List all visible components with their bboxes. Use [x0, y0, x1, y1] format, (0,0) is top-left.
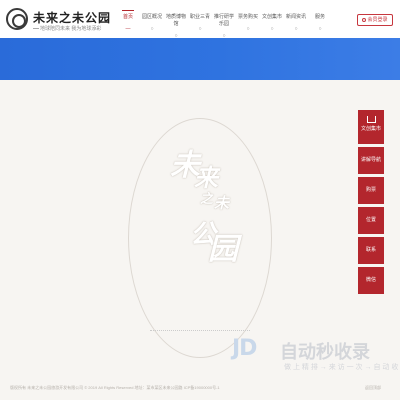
- nav-item-marker: ○: [294, 26, 298, 32]
- site-footer: 版权所有 未来之未公园旅游开发有限公司 © 2019 All Rights Re…: [0, 377, 400, 400]
- hero-banner: [0, 38, 400, 80]
- nav-item-label: 首页: [122, 14, 133, 20]
- nav-item-study-park[interactable]: 推行研学乐园 ○: [212, 13, 236, 39]
- nav-item-label: 服务: [314, 14, 325, 20]
- user-icon: [362, 17, 367, 22]
- rail-item-label: 购票: [365, 187, 376, 193]
- footer-copyright: 版权所有 未来之未公园旅游开发有限公司 © 2019 All Rights Re…: [10, 385, 220, 390]
- nav-item-cultural-market[interactable]: 文创集市 ○: [260, 13, 284, 35]
- member-login-button[interactable]: 会员登录: [357, 14, 393, 26]
- calligraphy-char: 之: [200, 192, 214, 207]
- rail-item-label: 微信: [365, 277, 376, 283]
- site-header: 未来之未公园 地球陪同未来 我为地球添彩 首页 — 园区概况 ○ 地质博物馆 ○…: [0, 0, 400, 39]
- rail-item-label: 文创集市: [360, 126, 381, 132]
- nav-item-home[interactable]: 首页 —: [116, 10, 140, 35]
- rail-item-wechat[interactable]: 微信: [358, 267, 384, 294]
- calligraphy-title: 未 来 之 未 公 园: [170, 140, 250, 270]
- rail-item-location[interactable]: 位置: [358, 207, 384, 234]
- rail-item-label: 讲解导航: [360, 157, 381, 163]
- logo-emblem-icon: [6, 8, 28, 30]
- nav-item-label: 文创集市: [261, 14, 282, 20]
- logo-slogan: 地球陪同未来 我为地球添彩: [40, 26, 102, 32]
- logo-title: 未来之未公园: [33, 11, 112, 25]
- nav-item-service[interactable]: 服务 ○: [308, 13, 332, 35]
- nav-item-label: 园区概况: [141, 14, 162, 20]
- nav-item-tickets[interactable]: 票务购买 ○: [236, 13, 260, 35]
- main-nav: 首页 — 园区概况 ○ 地质博物馆 ○ 职业三青 ○ 推行研学乐园 ○ 票务购买…: [116, 10, 332, 39]
- back-to-top-link[interactable]: 返回顶部: [365, 385, 381, 391]
- logo-divider: [33, 28, 39, 29]
- rail-item-tickets[interactable]: 购票: [358, 177, 384, 204]
- watermark-text: 自动秒收录: [280, 342, 370, 363]
- rail-item-guide-nav[interactable]: 讲解导航: [358, 147, 384, 174]
- login-label: 会员登录: [367, 17, 388, 23]
- rail-item-contact[interactable]: 联系: [358, 237, 384, 264]
- nav-item-park-overview[interactable]: 园区概况 ○: [140, 13, 164, 35]
- watermark: JD 自动秒收录 做 上 精 排 → 来 访 一 次 → 自 动 收 录 →: [226, 330, 400, 374]
- rail-item-label: 联系: [365, 247, 376, 253]
- nav-item-label: 职业三青: [189, 14, 210, 20]
- nav-item-label: 推行研学乐园: [213, 14, 234, 27]
- rail-item-cultural-market[interactable]: 文创集市: [358, 110, 384, 144]
- page: 未来之未公园 地球陪同未来 我为地球添彩 首页 — 园区概况 ○ 地质博物馆 ○…: [0, 0, 400, 400]
- nav-item-career[interactable]: 职业三青 ○: [188, 13, 212, 35]
- nav-item-marker: ○: [198, 26, 202, 32]
- nav-item-marker: ○: [246, 26, 250, 32]
- watermark-logo: JD: [232, 336, 257, 361]
- nav-item-marker: —: [125, 26, 131, 32]
- calligraphy-char: 未: [214, 194, 230, 212]
- nav-item-marker: ○: [318, 26, 322, 32]
- calligraphy-char: 园: [208, 232, 238, 267]
- rail-item-label: 位置: [365, 217, 376, 223]
- site-logo[interactable]: 未来之未公园 地球陪同未来 我为地球添彩: [6, 8, 126, 36]
- nav-item-marker: ○: [150, 26, 154, 32]
- nav-item-marker: ○: [270, 26, 274, 32]
- cart-icon: [366, 116, 376, 123]
- nav-item-geology-museum[interactable]: 地质博物馆 ○: [164, 13, 188, 39]
- nav-item-label: 地质博物馆: [165, 14, 186, 27]
- watermark-subtext: 做 上 精 排 → 来 访 一 次 → 自 动 收 录 →: [284, 364, 400, 371]
- nav-item-label: 票务购买: [237, 14, 258, 20]
- nav-item-label: 新闻资讯: [285, 14, 306, 20]
- nav-item-news[interactable]: 新闻资讯 ○: [284, 13, 308, 35]
